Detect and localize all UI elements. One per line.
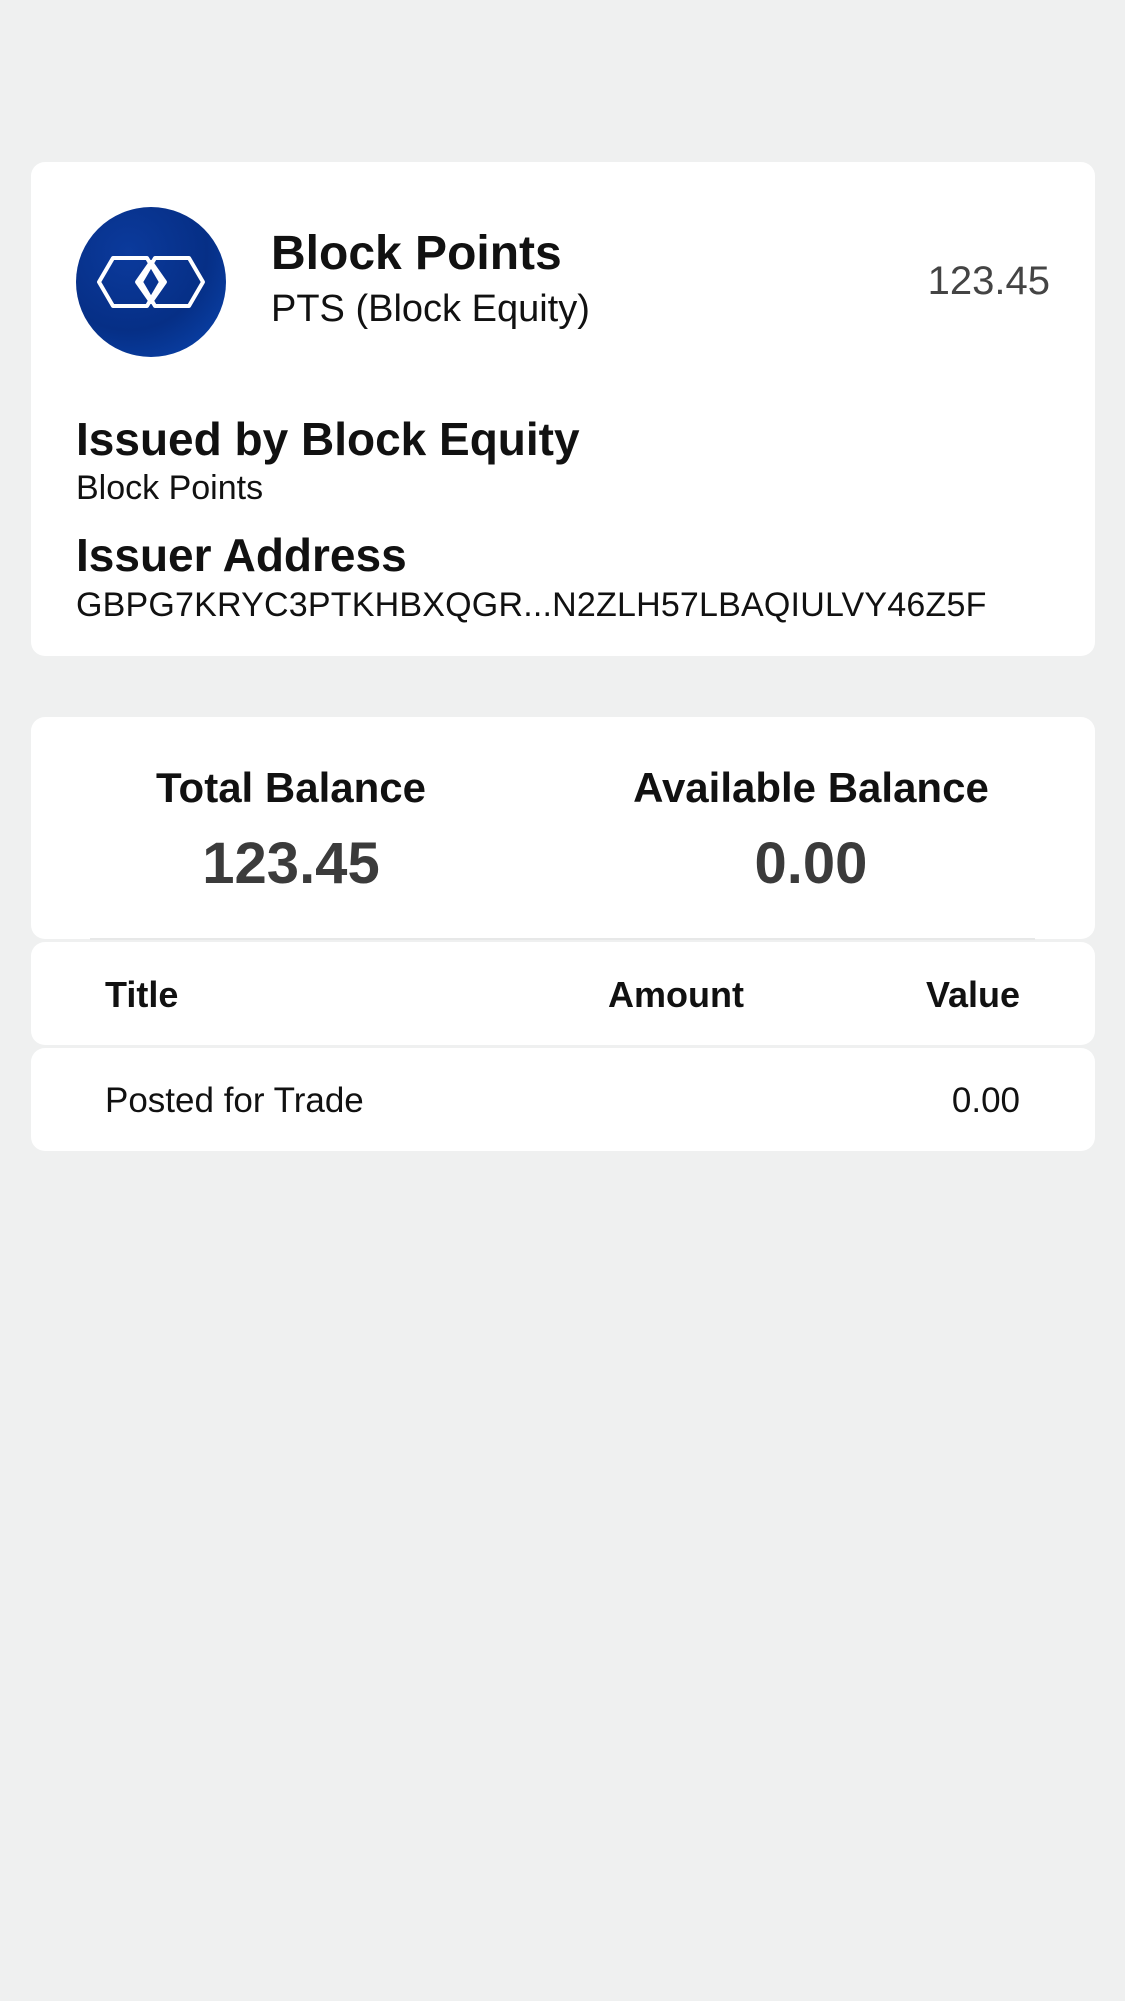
issued-by-label: Issued by Block Equity (76, 413, 580, 465)
issued-by-value: Block Points (76, 469, 264, 507)
available-balance-label: Available Balance (633, 764, 989, 811)
issuer-address-value[interactable]: GBPG7KRYC3PTKHBXQGR...N2ZLH57LBAQIULVY46… (76, 588, 987, 622)
column-header-title: Title (105, 974, 179, 1015)
table-row[interactable]: Posted for Trade 0.00 (31, 1048, 1095, 1151)
available-balance-value: 0.00 (754, 831, 868, 896)
row-value: 0.00 (951, 1081, 1020, 1120)
issuer-address-label: Issuer Address (76, 529, 407, 581)
column-header-value: Value (925, 974, 1020, 1015)
asset-code: PTS (Block Equity) (271, 288, 590, 330)
divider (90, 938, 1035, 940)
balance-card: Total Balance 123.45 Available Balance 0… (31, 717, 1095, 939)
asset-amount: 123.45 (927, 259, 1050, 303)
total-balance-value: 123.45 (202, 831, 380, 896)
block-equity-logo-icon (76, 207, 226, 357)
total-balance-label: Total Balance (156, 764, 426, 811)
column-header-amount: Amount (608, 974, 744, 1015)
available-balance: Available Balance 0.00 (551, 767, 1071, 893)
total-balance: Total Balance 123.45 (31, 767, 551, 893)
asset-card: Block Points PTS (Block Equity) 123.45 I… (31, 162, 1095, 656)
cubes-icon (97, 256, 205, 308)
table-header: Title Amount Value (31, 942, 1095, 1045)
asset-name: Block Points (271, 227, 562, 280)
row-title: Posted for Trade (105, 1081, 364, 1120)
